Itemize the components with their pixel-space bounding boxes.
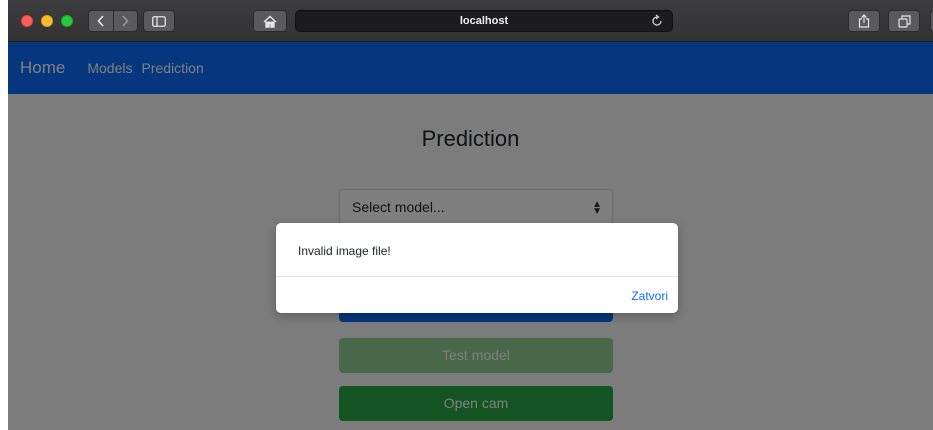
address-bar[interactable]: localhost [295,10,673,32]
reload-icon[interactable] [650,14,664,28]
screen: localhost Home Models Prediction Predict… [0,0,933,430]
minimize-window-button[interactable] [41,15,53,27]
browser-toolbar: localhost [8,0,933,42]
modal-close-button[interactable]: Zatvori [631,289,668,303]
close-window-button[interactable] [21,15,33,27]
share-button[interactable] [848,10,880,32]
chevron-right-icon [122,15,129,27]
home-button[interactable] [253,10,287,32]
history-nav [88,10,138,32]
url-text: localhost [459,15,509,27]
back-button[interactable] [89,11,114,31]
tab-overview-button[interactable] [888,10,920,32]
modal-message: Invalid image file! [298,244,391,258]
zoom-window-button[interactable] [61,15,73,27]
sidebar-toggle-button[interactable] [143,10,175,32]
modal-body: Invalid image file! [276,223,678,277]
tabs-icon [897,14,911,28]
sidebar-icon [152,15,166,27]
chevron-left-icon [97,15,104,27]
forward-button[interactable] [114,11,138,31]
share-icon [858,14,870,28]
alert-modal: Invalid image file! Zatvori [276,223,678,313]
home-icon [263,14,277,28]
